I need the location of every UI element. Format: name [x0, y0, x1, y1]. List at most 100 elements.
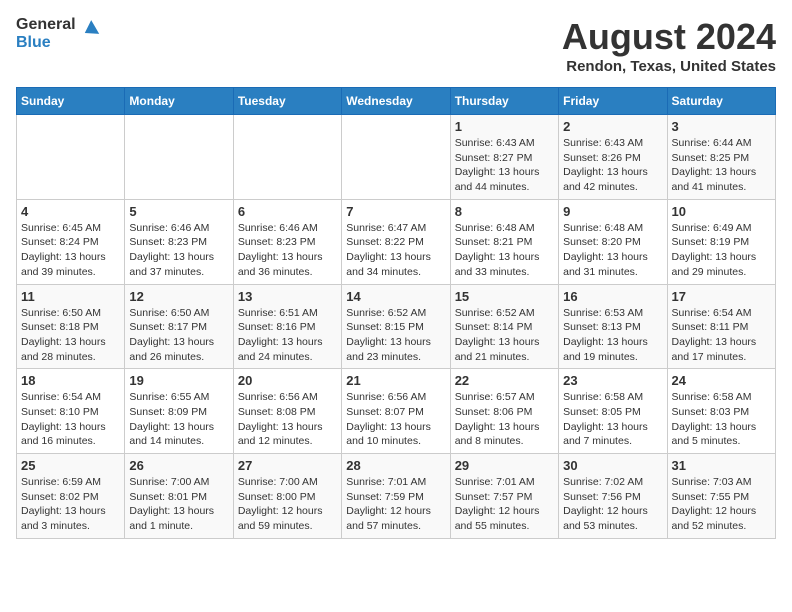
calendar-header-row: Sunday Monday Tuesday Wednesday Thursday…: [17, 88, 776, 115]
day-number: 1: [455, 119, 554, 134]
calendar-week-2: 4 Sunrise: 6:45 AMSunset: 8:24 PMDaylight…: [17, 199, 776, 284]
day-info: Sunrise: 6:46 AMSunset: 8:23 PMDaylight:…: [238, 221, 337, 280]
day-info: Sunrise: 6:57 AMSunset: 8:06 PMDaylight:…: [455, 390, 554, 449]
day-info: Sunrise: 6:43 AMSunset: 8:26 PMDaylight:…: [563, 136, 662, 195]
calendar-title: August 2024: [562, 16, 776, 58]
day-number: 14: [346, 289, 445, 304]
day-number: 9: [563, 204, 662, 219]
day-number: 7: [346, 204, 445, 219]
logo-text: General Blue: [16, 16, 76, 51]
day-info: Sunrise: 6:49 AMSunset: 8:19 PMDaylight:…: [672, 221, 771, 280]
day-info: Sunrise: 6:48 AMSunset: 8:21 PMDaylight:…: [455, 221, 554, 280]
day-info: Sunrise: 6:54 AMSunset: 8:11 PMDaylight:…: [672, 306, 771, 365]
calendar-cell: 7 Sunrise: 6:47 AMSunset: 8:22 PMDaylight…: [342, 199, 450, 284]
logo-arrow-icon: [80, 20, 100, 40]
calendar-cell: 25Sunrise: 6:59 AMSunset: 8:02 PMDayligh…: [17, 454, 125, 539]
day-number: 5: [129, 204, 228, 219]
calendar-cell: 16 Sunrise: 6:53 AMSunset: 8:13 PMDayligh…: [559, 284, 667, 369]
calendar-table: Sunday Monday Tuesday Wednesday Thursday…: [16, 87, 776, 539]
day-info: Sunrise: 6:45 AMSunset: 8:24 PMDaylight:…: [21, 221, 120, 280]
day-info: Sunrise: 6:52 AMSunset: 8:15 PMDaylight:…: [346, 306, 445, 365]
day-number: 6: [238, 204, 337, 219]
calendar-cell: 4 Sunrise: 6:45 AMSunset: 8:24 PMDaylight…: [17, 199, 125, 284]
calendar-cell: 19Sunrise: 6:55 AMSunset: 8:09 PMDayligh…: [125, 369, 233, 454]
calendar-cell: [233, 115, 341, 200]
day-number: 24: [672, 373, 771, 388]
calendar-cell: 5 Sunrise: 6:46 AMSunset: 8:23 PMDaylight…: [125, 199, 233, 284]
day-number: 2: [563, 119, 662, 134]
day-info: Sunrise: 6:52 AMSunset: 8:14 PMDaylight:…: [455, 306, 554, 365]
day-number: 29: [455, 458, 554, 473]
calendar-subtitle: Rendon, Texas, United States: [562, 58, 776, 75]
day-number: 15: [455, 289, 554, 304]
day-number: 16: [563, 289, 662, 304]
header-tuesday: Tuesday: [233, 88, 341, 115]
header-monday: Monday: [125, 88, 233, 115]
day-number: 3: [672, 119, 771, 134]
day-info: Sunrise: 7:00 AMSunset: 8:01 PMDaylight:…: [129, 475, 228, 534]
calendar-cell: 13 Sunrise: 6:51 AMSunset: 8:16 PMDayligh…: [233, 284, 341, 369]
logo-general: General: [16, 16, 76, 33]
header-friday: Friday: [559, 88, 667, 115]
day-number: 4: [21, 204, 120, 219]
day-number: 13: [238, 289, 337, 304]
calendar-cell: 2 Sunrise: 6:43 AMSunset: 8:26 PMDaylight…: [559, 115, 667, 200]
day-number: 11: [21, 289, 120, 304]
day-info: Sunrise: 6:55 AMSunset: 8:09 PMDaylight:…: [129, 390, 228, 449]
calendar-cell: 15 Sunrise: 6:52 AMSunset: 8:14 PMDayligh…: [450, 284, 558, 369]
calendar-cell: 20Sunrise: 6:56 AMSunset: 8:08 PMDayligh…: [233, 369, 341, 454]
day-info: Sunrise: 6:44 AMSunset: 8:25 PMDaylight:…: [672, 136, 771, 195]
day-info: Sunrise: 7:02 AMSunset: 7:56 PMDaylight:…: [563, 475, 662, 534]
day-info: Sunrise: 6:46 AMSunset: 8:23 PMDaylight:…: [129, 221, 228, 280]
day-info: Sunrise: 6:50 AMSunset: 8:17 PMDaylight:…: [129, 306, 228, 365]
calendar-week-5: 25Sunrise: 6:59 AMSunset: 8:02 PMDayligh…: [17, 454, 776, 539]
day-number: 12: [129, 289, 228, 304]
calendar-cell: 11 Sunrise: 6:50 AMSunset: 8:18 PMDayligh…: [17, 284, 125, 369]
header-sunday: Sunday: [17, 88, 125, 115]
logo: General Blue: [16, 16, 100, 51]
day-number: 30: [563, 458, 662, 473]
day-info: Sunrise: 7:01 AMSunset: 7:57 PMDaylight:…: [455, 475, 554, 534]
day-info: Sunrise: 6:43 AMSunset: 8:27 PMDaylight:…: [455, 136, 554, 195]
calendar-cell: 24Sunrise: 6:58 AMSunset: 8:03 PMDayligh…: [667, 369, 775, 454]
day-info: Sunrise: 6:56 AMSunset: 8:08 PMDaylight:…: [238, 390, 337, 449]
day-info: Sunrise: 6:53 AMSunset: 8:13 PMDaylight:…: [563, 306, 662, 365]
day-number: 25: [21, 458, 120, 473]
calendar-cell: 31Sunrise: 7:03 AMSunset: 7:55 PMDayligh…: [667, 454, 775, 539]
day-number: 21: [346, 373, 445, 388]
day-info: Sunrise: 6:56 AMSunset: 8:07 PMDaylight:…: [346, 390, 445, 449]
day-info: Sunrise: 6:51 AMSunset: 8:16 PMDaylight:…: [238, 306, 337, 365]
page-header: General Blue August 2024 Rendon, Texas, …: [16, 16, 776, 75]
day-number: 23: [563, 373, 662, 388]
calendar-cell: [17, 115, 125, 200]
day-number: 31: [672, 458, 771, 473]
day-info: Sunrise: 6:47 AMSunset: 8:22 PMDaylight:…: [346, 221, 445, 280]
day-number: 18: [21, 373, 120, 388]
header-saturday: Saturday: [667, 88, 775, 115]
day-number: 27: [238, 458, 337, 473]
day-number: 26: [129, 458, 228, 473]
day-number: 8: [455, 204, 554, 219]
calendar-cell: 10Sunrise: 6:49 AMSunset: 8:19 PMDayligh…: [667, 199, 775, 284]
calendar-cell: 30 Sunrise: 7:02 AMSunset: 7:56 PMDayligh…: [559, 454, 667, 539]
calendar-cell: 18Sunrise: 6:54 AMSunset: 8:10 PMDayligh…: [17, 369, 125, 454]
calendar-cell: 17 Sunrise: 6:54 AMSunset: 8:11 PMDayligh…: [667, 284, 775, 369]
calendar-cell: 26 Sunrise: 7:00 AMSunset: 8:01 PMDayligh…: [125, 454, 233, 539]
day-info: Sunrise: 7:00 AMSunset: 8:00 PMDaylight:…: [238, 475, 337, 534]
logo-blue: Blue: [16, 34, 51, 51]
calendar-cell: 9Sunrise: 6:48 AMSunset: 8:20 PMDaylight…: [559, 199, 667, 284]
day-number: 17: [672, 289, 771, 304]
calendar-cell: 29 Sunrise: 7:01 AMSunset: 7:57 PMDayligh…: [450, 454, 558, 539]
calendar-cell: 12 Sunrise: 6:50 AMSunset: 8:17 PMDayligh…: [125, 284, 233, 369]
calendar-week-4: 18Sunrise: 6:54 AMSunset: 8:10 PMDayligh…: [17, 369, 776, 454]
calendar-cell: 8 Sunrise: 6:48 AMSunset: 8:21 PMDaylight…: [450, 199, 558, 284]
calendar-cell: [342, 115, 450, 200]
calendar-cell: 28Sunrise: 7:01 AMSunset: 7:59 PMDayligh…: [342, 454, 450, 539]
day-info: Sunrise: 7:01 AMSunset: 7:59 PMDaylight:…: [346, 475, 445, 534]
header-wednesday: Wednesday: [342, 88, 450, 115]
title-area: August 2024 Rendon, Texas, United States: [562, 16, 776, 75]
calendar-week-3: 11 Sunrise: 6:50 AMSunset: 8:18 PMDayligh…: [17, 284, 776, 369]
day-info: Sunrise: 6:50 AMSunset: 8:18 PMDaylight:…: [21, 306, 120, 365]
calendar-cell: 1 Sunrise: 6:43 AMSunset: 8:27 PMDaylight…: [450, 115, 558, 200]
calendar-cell: 21 Sunrise: 6:56 AMSunset: 8:07 PMDayligh…: [342, 369, 450, 454]
